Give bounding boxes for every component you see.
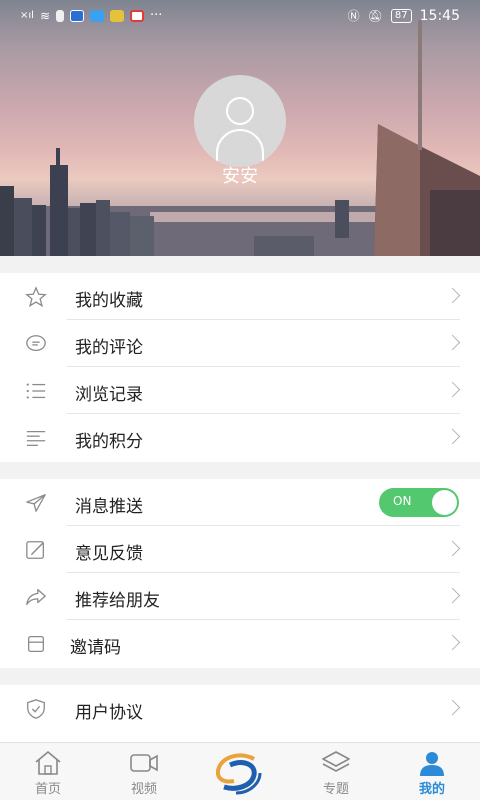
tab-label: 首页 — [34, 782, 61, 797]
tab-label: 专题 — [322, 782, 349, 797]
tab-home[interactable]: 首页 — [0, 743, 96, 800]
profile-header: ×ıl ≋ ··· Ⓝ 🔕︎ 87 15:45 安安 — [0, 0, 480, 256]
menu-item-invite-code[interactable]: 邀请码 — [0, 620, 480, 667]
user-icon — [420, 752, 444, 776]
logo-icon — [215, 753, 262, 795]
menu-item-feedback[interactable]: 意见反馈 — [0, 526, 480, 573]
menu-item-label: 推荐给朋友 — [75, 591, 160, 611]
menu-item-favorites[interactable]: 我的收藏 — [0, 273, 480, 320]
menu-item-history[interactable]: 浏览记录 — [0, 367, 480, 414]
menu-item-points[interactable]: 我的积分 — [0, 414, 480, 461]
tab-logo[interactable] — [192, 743, 288, 800]
comment-icon — [26, 335, 46, 352]
status-bar: ×ıl ≋ ··· Ⓝ 🔕︎ 87 15:45 — [0, 0, 480, 32]
edit-icon — [26, 541, 44, 559]
avatar[interactable] — [194, 75, 286, 167]
shield-icon — [27, 699, 45, 719]
star-icon — [25, 286, 47, 308]
menu-item-label: 邀请码 — [70, 638, 121, 658]
menu-item-label: 我的评论 — [75, 338, 143, 358]
wifi-icon: ≋ — [39, 8, 50, 23]
avatar-head-icon — [226, 97, 254, 125]
list-icon — [26, 383, 46, 399]
chevron-right-icon — [444, 587, 461, 604]
video-icon — [130, 754, 158, 772]
menu-item-label: 我的收藏 — [75, 291, 143, 311]
chevron-right-icon — [444, 287, 461, 304]
username[interactable]: 安安 — [0, 162, 480, 188]
menu-item-label: 用户协议 — [75, 703, 143, 723]
app-icon-3 — [130, 9, 144, 22]
menu-item-label: 我的积分 — [75, 432, 143, 452]
chevron-right-icon — [444, 540, 461, 557]
chevron-right-icon — [444, 634, 461, 651]
menu-section-2: 消息推送 ON 意见反馈 推荐给朋友 邀请码 — [0, 479, 480, 668]
menu-item-comments[interactable]: 我的评论 — [0, 320, 480, 367]
chevron-right-icon — [444, 428, 461, 445]
menu-section-1: 我的收藏 我的评论 浏览记录 我的积分 — [0, 273, 480, 462]
tab-label: 视频 — [130, 782, 157, 797]
nfc-icon: Ⓝ — [347, 9, 360, 23]
tab-topics[interactable]: 专题 — [288, 743, 384, 800]
send-icon — [26, 494, 46, 512]
menu-item-label: 消息推送 — [75, 497, 143, 517]
battery-indicator: 87 — [390, 8, 412, 23]
chevron-right-icon — [444, 381, 461, 398]
toggle-state-label: ON — [393, 494, 412, 508]
push-toggle[interactable]: ON — [379, 488, 459, 517]
chevron-right-icon — [444, 699, 461, 716]
menu-section-3: 用户协议 — [0, 685, 480, 742]
tab-video[interactable]: 视频 — [96, 743, 192, 800]
toggle-knob — [432, 490, 457, 515]
clock: 15:45 — [419, 7, 460, 24]
signal-icon: ×ıl — [20, 10, 34, 21]
box-icon — [28, 636, 44, 652]
tab-mine[interactable]: 我的 — [384, 743, 480, 800]
menu-item-push: 消息推送 ON — [0, 479, 480, 526]
menu-item-label: 意见反馈 — [75, 544, 143, 564]
tab-label: 我的 — [418, 782, 445, 797]
menu-item-recommend[interactable]: 推荐给朋友 — [0, 573, 480, 620]
bottom-tab-bar: 首页 视频 专题 我的 — [0, 742, 480, 800]
chevron-right-icon — [444, 334, 461, 351]
lines-icon — [26, 430, 46, 446]
weibo-icon — [110, 9, 124, 22]
mute-icon: 🔕︎ — [367, 8, 383, 23]
more-notifications: ··· — [150, 8, 163, 23]
app-icon-2 — [90, 9, 104, 22]
home-icon — [35, 750, 61, 775]
menu-item-label: 浏览记录 — [75, 385, 143, 405]
share-icon — [26, 589, 46, 605]
layers-icon — [322, 751, 350, 772]
app-icon-1 — [70, 9, 84, 22]
sim-icon — [56, 9, 64, 22]
menu-item-agreement[interactable]: 用户协议 — [0, 685, 480, 732]
